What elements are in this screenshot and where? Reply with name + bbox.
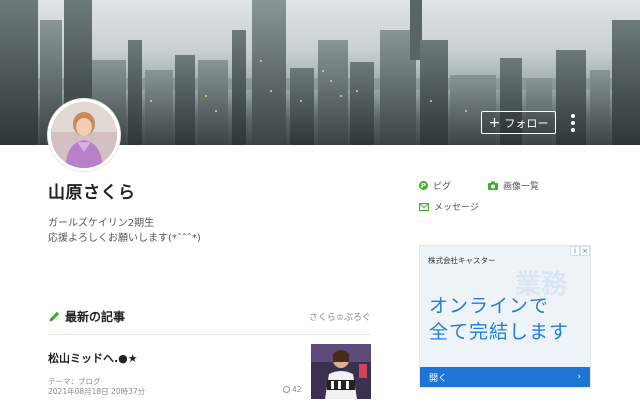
ad-close-icon[interactable]: × xyxy=(580,246,590,256)
article-count-value: 42 xyxy=(292,385,302,394)
profile-name: 山原さくら xyxy=(48,183,136,203)
ad-banner[interactable]: i × 株式会社キャスター 業務 オンラインで 全て完結します 開く › xyxy=(419,245,591,388)
message-label: メッセージ xyxy=(434,203,479,213)
ad-open-button[interactable]: 開く › xyxy=(420,367,590,387)
article-thumbnail-image xyxy=(311,344,371,399)
article-date: 2021年08月18日 20時37分 xyxy=(48,387,146,396)
pigg-link[interactable]: P ピグ xyxy=(419,179,451,192)
plus-icon: + xyxy=(488,114,501,131)
latest-articles-title: 最新の記事 xyxy=(48,308,125,325)
follow-label: フォロー xyxy=(504,116,549,130)
latest-articles-header: 最新の記事 さくら♔ぶろぐ xyxy=(48,308,371,330)
ad-badges: i × xyxy=(570,246,590,256)
ad-info-icon[interactable]: i xyxy=(570,246,580,256)
pigg-icon: P xyxy=(419,181,428,190)
ad-open-label: 開く xyxy=(429,373,448,384)
chevron-right-icon: › xyxy=(577,372,581,382)
more-vertical-icon[interactable] xyxy=(566,112,580,134)
article-thumbnail[interactable] xyxy=(311,344,371,399)
message-link[interactable]: メッセージ xyxy=(419,200,479,213)
article-title[interactable]: 松山ミッドへ.●★ xyxy=(48,350,138,366)
ad-company: 株式会社キャスター xyxy=(428,256,496,265)
description-line-2: 応援よろしくお願いします(*ˆˆˆ*) xyxy=(48,233,201,244)
ad-headline: オンラインで 全て完結します xyxy=(429,293,569,345)
image-list-label: 画像一覧 xyxy=(503,182,540,192)
follow-button[interactable]: + フォロー xyxy=(481,111,556,134)
ad-headline-line-1: オンラインで xyxy=(429,295,550,317)
latest-articles-label: 最新の記事 xyxy=(65,310,126,324)
description-line-1: ガールズケイリン2期生 xyxy=(48,218,155,229)
section-divider xyxy=(48,334,371,335)
mail-icon xyxy=(419,202,429,211)
comment-icon xyxy=(283,386,290,393)
avatar-photo-icon xyxy=(51,102,117,168)
pencil-icon xyxy=(49,311,60,322)
image-list-link[interactable]: 画像一覧 xyxy=(488,179,539,192)
pigg-label: ピグ xyxy=(433,182,452,192)
blog-name-link[interactable]: さくら♔ぶろぐ xyxy=(309,310,371,323)
profile-description: ガールズケイリン2期生 応援よろしくお願いします(*ˆˆˆ*) xyxy=(48,216,201,246)
camera-icon xyxy=(488,181,498,190)
avatar[interactable] xyxy=(48,99,120,171)
article-like-count: 42 xyxy=(283,385,302,394)
ad-headline-line-2: 全て完結します xyxy=(429,321,570,343)
